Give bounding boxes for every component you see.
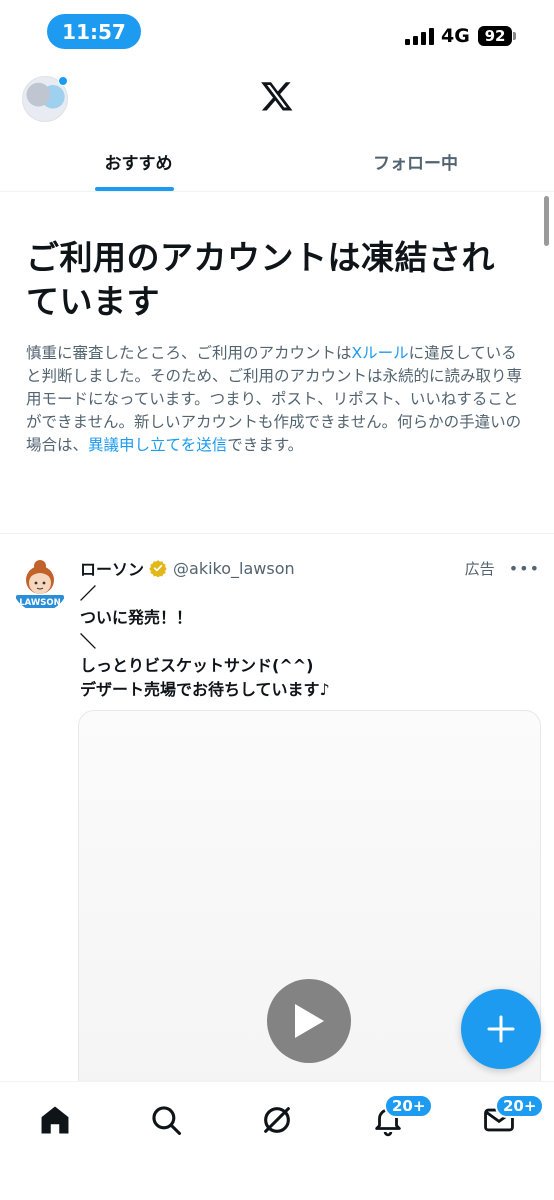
compose-post-button[interactable] — [461, 989, 541, 1069]
plus-icon — [487, 1015, 515, 1043]
notice-title: ご利用のアカウントは凍結され ています — [26, 236, 536, 324]
post-line: しっとりビスケットサンド(^^) — [80, 656, 314, 675]
avatar-brand-label: LAWSON — [19, 598, 60, 608]
search-icon — [152, 1106, 182, 1136]
battery-level: 92 — [484, 27, 506, 45]
post-line: ついに発売！！ — [80, 608, 193, 627]
notification-dot — [58, 76, 68, 86]
tab-recommended[interactable]: おすすめ — [0, 132, 277, 191]
x-logo-icon — [261, 82, 293, 111]
timeline-tabs: おすすめ フォロー中 — [0, 132, 554, 192]
top-bar — [0, 66, 554, 132]
scrollbar[interactable] — [544, 196, 549, 246]
nav-grok[interactable] — [257, 1100, 297, 1140]
grok-icon — [264, 1107, 290, 1133]
post-line: ＼ — [80, 632, 97, 651]
post-line: デザート売場でお待ちしています♪ — [80, 680, 330, 699]
nav-search[interactable] — [146, 1100, 186, 1140]
battery-nub — [513, 32, 516, 40]
notifications-badge: 20+ — [384, 1094, 434, 1118]
tab-following-label: フォロー中 — [373, 154, 458, 174]
post-author-name[interactable]: ローソン — [80, 556, 144, 580]
appeal-link[interactable]: 異議申し立てを送信 — [88, 436, 227, 454]
home-icon — [41, 1106, 69, 1134]
bottom-navigation: 20+ 20+ — [0, 1081, 554, 1200]
post-author-handle[interactable]: @akiko_lawson — [173, 559, 295, 578]
active-tab-indicator — [95, 187, 174, 191]
status-bar: 11:57 4G 92 — [0, 0, 554, 66]
x-rules-link[interactable]: Xルール — [352, 344, 409, 362]
cellular-signal-icon — [405, 27, 434, 45]
post-avatar[interactable]: LAWSON — [12, 556, 68, 612]
battery-icon: 92 — [478, 26, 512, 46]
notice-body-part3: できます。 — [227, 436, 304, 454]
messages-badge: 20+ — [495, 1094, 545, 1118]
ad-label: 広告 — [464, 559, 495, 578]
notice-body: 慎重に審査したところ、ご利用のアカウントはXルールに違反していると判断しました。… — [26, 342, 526, 457]
post-header: ローソン @akiko_lawson 広告 ••• — [80, 556, 540, 580]
status-time: 11:57 — [47, 14, 141, 49]
nav-home[interactable] — [35, 1100, 75, 1140]
notice-body-part1: 慎重に審査したところ、ご利用のアカウントは — [26, 344, 352, 362]
notice-title-line2: ています — [26, 282, 160, 321]
verified-badge-icon — [149, 560, 167, 577]
post-line: ／ — [80, 584, 97, 603]
post-text: ／ ついに発売！！ ＼ しっとりビスケットサンド(^^) デザート売場でお待ちし… — [80, 582, 540, 702]
divider — [0, 533, 554, 534]
account-suspended-notice: ご利用のアカウントは凍結され ています 慎重に審査したところ、ご利用のアカウント… — [26, 236, 536, 457]
play-button[interactable] — [267, 979, 351, 1063]
notice-title-line1: ご利用のアカウントは凍結され — [26, 238, 495, 277]
tab-following[interactable]: フォロー中 — [277, 132, 554, 191]
lawson-avatar-icon: LAWSON — [16, 560, 64, 608]
more-options-icon[interactable]: ••• — [509, 559, 540, 578]
network-type: 4G — [441, 25, 470, 47]
play-icon — [295, 1004, 324, 1038]
tab-recommended-label: おすすめ — [104, 154, 173, 174]
